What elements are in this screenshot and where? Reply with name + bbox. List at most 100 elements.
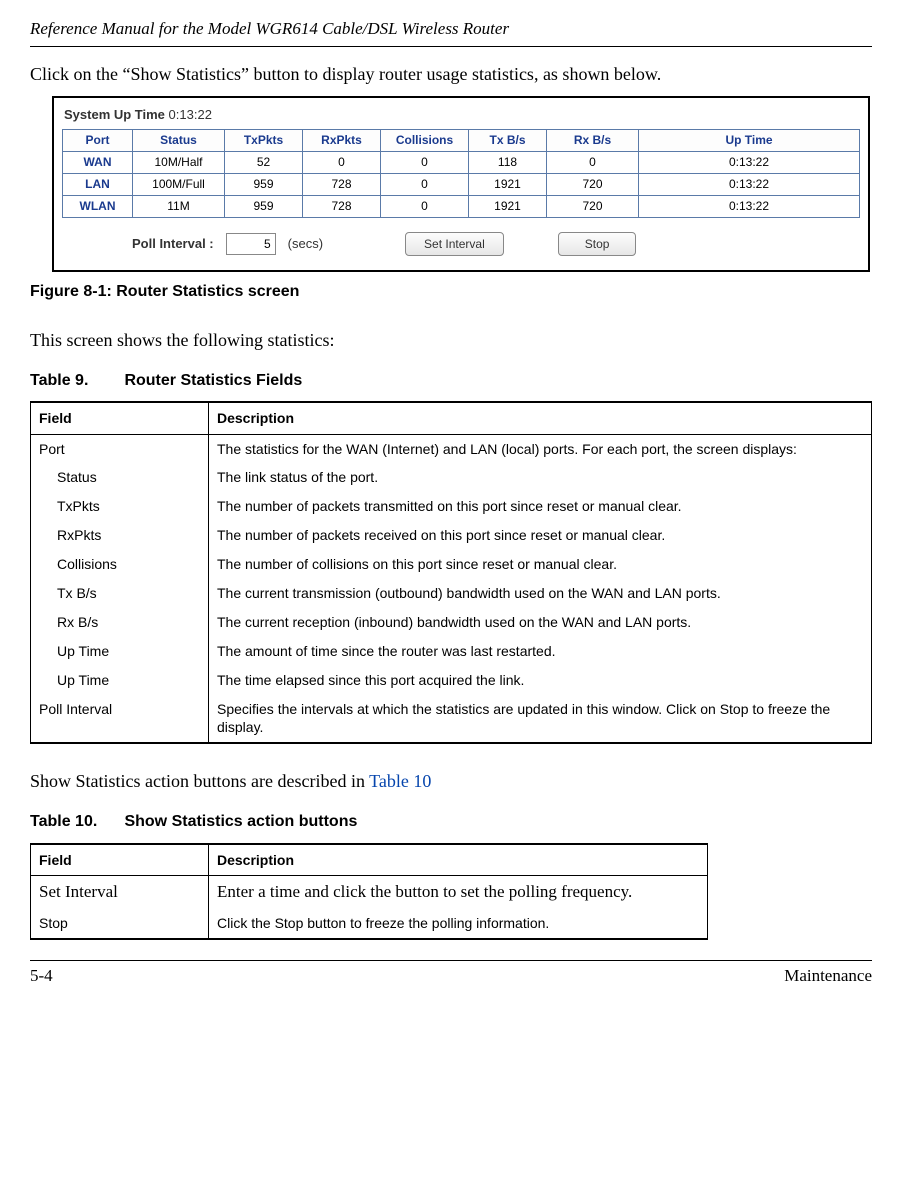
desc-cell: The link status of the port. xyxy=(209,463,872,492)
system-up-time-row: System Up Time 0:13:22 xyxy=(62,104,860,129)
cell-port: WAN xyxy=(63,152,133,174)
cell-rxpkts: 0 xyxy=(303,152,381,174)
table10-title: Show Statistics action buttons xyxy=(124,813,357,830)
table-row: Rx B/sThe current reception (inbound) ba… xyxy=(31,608,872,637)
table-row: Poll IntervalSpecifies the intervals at … xyxy=(31,695,872,744)
cell-txpkts: 959 xyxy=(225,174,303,196)
cell-port: WLAN xyxy=(63,196,133,218)
stats-header-row: Port Status TxPkts RxPkts Collisions Tx … xyxy=(63,130,860,152)
table10-caption: Table 10. Show Statistics action buttons xyxy=(30,812,872,833)
field-cell: Stop xyxy=(31,909,209,939)
desc-cell: The current transmission (outbound) band… xyxy=(209,579,872,608)
field-cell: Set Interval xyxy=(31,875,209,908)
table10-h-desc: Description xyxy=(209,844,708,876)
cell-txpkts: 52 xyxy=(225,152,303,174)
field-cell: Port xyxy=(31,434,209,463)
cell-status: 100M/Full xyxy=(133,174,225,196)
set-interval-button[interactable]: Set Interval xyxy=(405,232,504,256)
cell-port: LAN xyxy=(63,174,133,196)
cell-rxpkts: 728 xyxy=(303,174,381,196)
table10-number: Table 10. xyxy=(30,812,120,833)
cell-status: 10M/Half xyxy=(133,152,225,174)
desc-cell: Click the Stop button to freeze the poll… xyxy=(209,909,708,939)
stats-row: LAN100M/Full959728019217200:13:22 xyxy=(63,174,860,196)
table10-xref-link[interactable]: Table 10 xyxy=(369,771,431,791)
field-cell: Up Time xyxy=(31,637,209,666)
desc-cell: The amount of time since the router was … xyxy=(209,637,872,666)
table-row: Tx B/sThe current transmission (outbound… xyxy=(31,579,872,608)
stop-button[interactable]: Stop xyxy=(558,232,637,256)
table-row: Set IntervalEnter a time and click the b… xyxy=(31,875,708,908)
stats-row: WLAN11M959728019217200:13:22 xyxy=(63,196,860,218)
field-cell: RxPkts xyxy=(31,521,209,550)
document-header: Reference Manual for the Model WGR614 Ca… xyxy=(30,18,872,47)
stats-table: Port Status TxPkts RxPkts Collisions Tx … xyxy=(62,129,860,218)
desc-cell: The number of packets transmitted on thi… xyxy=(209,492,872,521)
table-row: CollisionsThe number of collisions on th… xyxy=(31,550,872,579)
table-row: StopClick the Stop button to freeze the … xyxy=(31,909,708,939)
cell-collisions: 0 xyxy=(381,196,469,218)
figure-caption: Figure 8-1: Router Statistics screen xyxy=(30,282,872,303)
poll-interval-label: Poll Interval : xyxy=(132,236,214,253)
cell-rxbs: 0 xyxy=(547,152,639,174)
intro-paragraph: Click on the “Show Statistics” button to… xyxy=(30,63,872,86)
th-uptime: Up Time xyxy=(639,130,860,152)
field-cell: TxPkts xyxy=(31,492,209,521)
table9: Field Description PortThe statistics for… xyxy=(30,401,872,744)
footer-page-number: 5-4 xyxy=(30,965,53,987)
table10-h-field: Field xyxy=(31,844,209,876)
para3-text: Show Statistics action buttons are descr… xyxy=(30,771,369,791)
table9-h-field: Field xyxy=(31,402,209,434)
field-cell: Status xyxy=(31,463,209,492)
cell-rxpkts: 728 xyxy=(303,196,381,218)
system-up-time-value: 0:13:22 xyxy=(169,107,212,122)
cell-txbs: 1921 xyxy=(469,196,547,218)
cell-txbs: 1921 xyxy=(469,174,547,196)
cell-uptime: 0:13:22 xyxy=(639,152,860,174)
table-row: PortThe statistics for the WAN (Internet… xyxy=(31,434,872,463)
desc-cell: The statistics for the WAN (Internet) an… xyxy=(209,434,872,463)
table-row: StatusThe link status of the port. xyxy=(31,463,872,492)
th-collisions: Collisions xyxy=(381,130,469,152)
th-rxpkts: RxPkts xyxy=(303,130,381,152)
th-status: Status xyxy=(133,130,225,152)
desc-cell: The time elapsed since this port acquire… xyxy=(209,666,872,695)
desc-cell: The number of packets received on this p… xyxy=(209,521,872,550)
stats-row: WAN10M/Half520011800:13:22 xyxy=(63,152,860,174)
desc-cell: The current reception (inbound) bandwidt… xyxy=(209,608,872,637)
field-cell: Poll Interval xyxy=(31,695,209,744)
cell-status: 11M xyxy=(133,196,225,218)
table9-h-desc: Description xyxy=(209,402,872,434)
table9-title: Router Statistics Fields xyxy=(124,372,302,389)
cell-collisions: 0 xyxy=(381,152,469,174)
cell-txpkts: 959 xyxy=(225,196,303,218)
table9-caption: Table 9. Router Statistics Fields xyxy=(30,371,872,392)
field-cell: Collisions xyxy=(31,550,209,579)
page-footer: 5-4 Maintenance xyxy=(30,960,872,987)
system-up-time-label: System Up Time xyxy=(64,107,165,122)
cell-uptime: 0:13:22 xyxy=(639,196,860,218)
th-port: Port xyxy=(63,130,133,152)
desc-cell: Enter a time and click the button to set… xyxy=(209,875,708,908)
stats-intro-paragraph: This screen shows the following statisti… xyxy=(30,329,872,352)
th-rxbs: Rx B/s xyxy=(547,130,639,152)
table-row: Up TimeThe time elapsed since this port … xyxy=(31,666,872,695)
th-txbs: Tx B/s xyxy=(469,130,547,152)
cell-uptime: 0:13:22 xyxy=(639,174,860,196)
field-cell: Rx B/s xyxy=(31,608,209,637)
table10: Field Description Set IntervalEnter a ti… xyxy=(30,843,708,940)
cell-collisions: 0 xyxy=(381,174,469,196)
table-row: Up TimeThe amount of time since the rout… xyxy=(31,637,872,666)
field-cell: Tx B/s xyxy=(31,579,209,608)
desc-cell: The number of collisions on this port si… xyxy=(209,550,872,579)
action-buttons-paragraph: Show Statistics action buttons are descr… xyxy=(30,770,872,793)
cell-rxbs: 720 xyxy=(547,174,639,196)
secs-label: (secs) xyxy=(288,236,323,253)
router-stats-screenshot: System Up Time 0:13:22 Port Status TxPkt… xyxy=(52,96,870,272)
table-row: RxPktsThe number of packets received on … xyxy=(31,521,872,550)
table9-number: Table 9. xyxy=(30,371,120,392)
poll-interval-row: Poll Interval : (secs) Set Interval Stop xyxy=(62,218,860,260)
poll-interval-input[interactable] xyxy=(226,233,276,255)
table-row: TxPktsThe number of packets transmitted … xyxy=(31,492,872,521)
desc-cell: Specifies the intervals at which the sta… xyxy=(209,695,872,744)
